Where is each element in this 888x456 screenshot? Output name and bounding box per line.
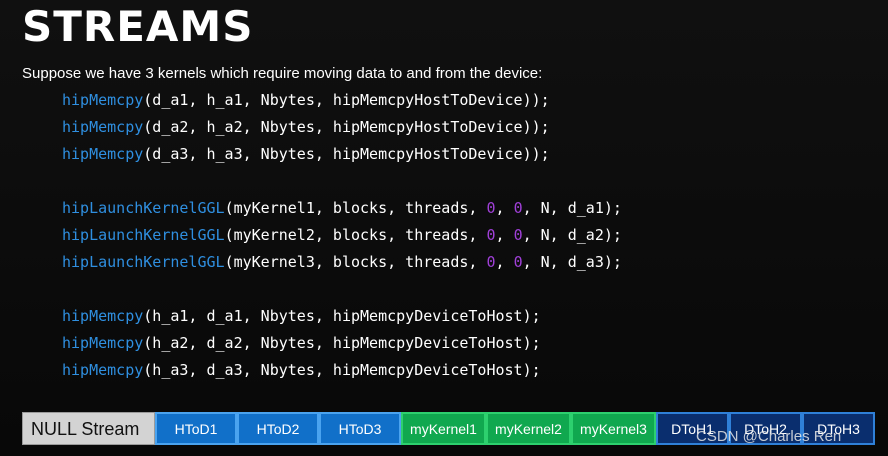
launch-arg-number: 0 — [513, 199, 523, 217]
code-line-d2h-1: hipMemcpy(h_a1, d_a1, Nbytes, hipMemcpyD… — [62, 306, 622, 333]
function-args: (d_a2, h_a2, Nbytes, hipMemcpyHostToDevi… — [143, 118, 550, 136]
function-name: hipMemcpy — [62, 118, 144, 136]
launch-args-pre: (myKernel1, blocks, threads, — [224, 199, 487, 217]
launch-args-post: , N, d_a1); — [522, 199, 622, 217]
code-line-d2h-2: hipMemcpy(h_a2, d_a2, Nbytes, hipMemcpyD… — [62, 333, 622, 360]
function-args: (h_a1, d_a1, Nbytes, hipMemcpyDeviceToHo… — [143, 307, 541, 325]
launch-arg-number: 0 — [486, 226, 496, 244]
launch-arg-number: 0 — [486, 199, 496, 217]
slide: STREAMS Suppose we have 3 kernels which … — [0, 0, 888, 456]
code-block: hipMemcpy(d_a1, h_a1, Nbytes, hipMemcpyH… — [62, 90, 622, 387]
slide-subtitle: Suppose we have 3 kernels which require … — [22, 65, 543, 82]
stream-block-kernel-2: myKernel2 — [486, 412, 571, 445]
function-args: (d_a1, h_a1, Nbytes, hipMemcpyHostToDevi… — [143, 91, 550, 109]
launch-arg-number: 0 — [513, 226, 523, 244]
function-name: hipMemcpy — [62, 334, 144, 352]
launch-args-pre: (myKernel3, blocks, threads, — [224, 253, 487, 271]
stream-block-kernel-1: myKernel1 — [401, 412, 486, 445]
launch-args-sep: , — [495, 253, 514, 271]
function-name: hipLaunchKernelGGL — [62, 253, 225, 271]
launch-args-sep: , — [495, 199, 514, 217]
code-line-h2d-3: hipMemcpy(d_a3, h_a3, Nbytes, hipMemcpyH… — [62, 144, 622, 171]
function-name: hipMemcpy — [62, 91, 144, 109]
function-args: (d_a3, h_a3, Nbytes, hipMemcpyHostToDevi… — [143, 145, 550, 163]
function-args: (h_a2, d_a2, Nbytes, hipMemcpyDeviceToHo… — [143, 334, 541, 352]
code-line-launch-3: hipLaunchKernelGGL(myKernel3, blocks, th… — [62, 252, 622, 279]
function-name: hipLaunchKernelGGL — [62, 226, 225, 244]
stream-block-htod-3: HToD3 — [319, 412, 401, 445]
launch-arg-number: 0 — [486, 253, 496, 271]
code-line-h2d-2: hipMemcpy(d_a2, h_a2, Nbytes, hipMemcpyH… — [62, 117, 622, 144]
code-line-launch-2: hipLaunchKernelGGL(myKernel2, blocks, th… — [62, 225, 622, 252]
null-stream-label: NULL Stream — [22, 412, 155, 445]
stream-block-htod-2: HToD2 — [237, 412, 319, 445]
function-args: (h_a3, d_a3, Nbytes, hipMemcpyDeviceToHo… — [143, 361, 541, 379]
watermark: CSDN @Charles Ren — [696, 428, 842, 445]
code-line-h2d-1: hipMemcpy(d_a1, h_a1, Nbytes, hipMemcpyH… — [62, 90, 622, 117]
function-name: hipMemcpy — [62, 361, 144, 379]
code-line-d2h-3: hipMemcpy(h_a3, d_a3, Nbytes, hipMemcpyD… — [62, 360, 622, 387]
launch-args-sep: , — [495, 226, 514, 244]
function-name: hipMemcpy — [62, 145, 144, 163]
launch-args-post: , N, d_a3); — [522, 253, 622, 271]
function-name: hipMemcpy — [62, 307, 144, 325]
launch-arg-number: 0 — [513, 253, 523, 271]
code-line-launch-1: hipLaunchKernelGGL(myKernel1, blocks, th… — [62, 198, 622, 225]
function-name: hipLaunchKernelGGL — [62, 199, 225, 217]
slide-title: STREAMS — [22, 2, 254, 51]
stream-block-kernel-3: myKernel3 — [571, 412, 656, 445]
stream-block-htod-1: HToD1 — [155, 412, 237, 445]
launch-args-post: , N, d_a2); — [522, 226, 622, 244]
launch-args-pre: (myKernel2, blocks, threads, — [224, 226, 487, 244]
